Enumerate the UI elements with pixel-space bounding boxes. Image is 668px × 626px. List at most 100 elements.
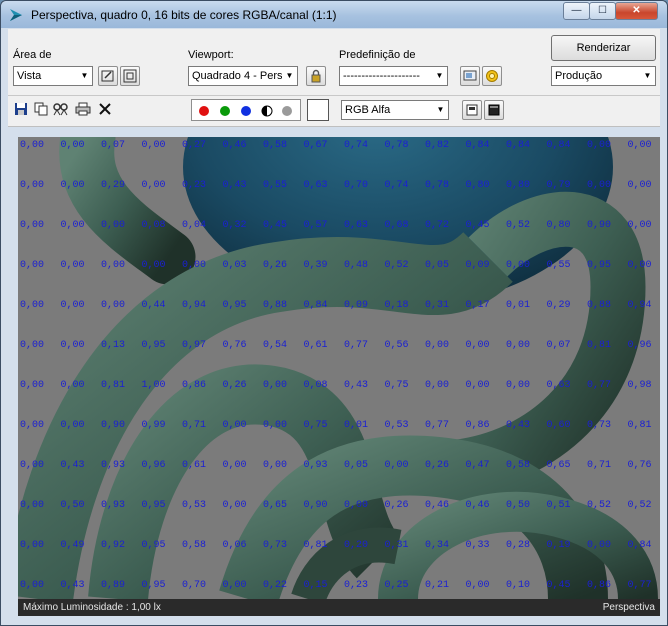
render-mode-dropdown[interactable]: Produção ▼ [551,66,656,86]
luminance-value: 0,00 [587,180,612,191]
luminance-value: 0,93 [303,460,328,471]
luminance-value: 0,94 [182,300,207,311]
luminance-value: 0,05 [425,260,450,271]
alpha-channel-toggle[interactable] [261,105,273,117]
clone-window-button[interactable] [53,102,69,118]
luminance-value: 0,63 [546,380,571,391]
luminance-value: 0,00 [506,340,531,351]
preset-dropdown[interactable]: --------------------- ▼ [339,66,448,86]
luminance-value: 0,45 [263,220,288,231]
luminance-value: 0,61 [303,340,328,351]
render-button[interactable]: Renderizar [551,35,656,61]
mono-channel-toggle[interactable] [282,106,292,116]
luminance-value: 0,68 [384,220,409,231]
luminance-value: 0,65 [263,500,288,511]
title-bar[interactable]: Perspectiva, quadro 0, 16 bits de cores … [1,1,667,28]
luminance-value: 0,63 [344,220,369,231]
luminance-value: 0,71 [587,460,612,471]
luminance-value: 0,96 [627,340,652,351]
color-swatch[interactable] [307,99,329,121]
luminance-value: 0,72 [425,220,450,231]
luminance-value: 0,97 [182,340,207,351]
luminance-value: 0,53 [384,420,409,431]
luminance-value: 0,34 [425,540,450,551]
luminance-value: 0,04 [182,220,207,231]
luminance-value: 0,00 [20,260,45,271]
luminance-value: 0,27 [182,140,207,151]
luminance-value: 0,65 [546,460,571,471]
luminance-value: 0,75 [303,420,328,431]
luminance-value: 0,00 [101,260,126,271]
luminance-value: 0,52 [587,500,612,511]
save-icon [15,103,27,115]
luminance-value: 0,28 [506,540,531,551]
luminance-value: 0,00 [101,220,126,231]
close-button[interactable]: ✕ [615,2,658,20]
luminance-value: 0,29 [101,180,126,191]
luminance-value: 0,76 [627,460,652,471]
luminance-value: 0,44 [141,300,166,311]
luminance-value: 0,46 [465,500,490,511]
luminance-value: 0,00 [60,420,85,431]
render-viewport[interactable]: 0,00 0,00 0,07 0,00 0,27 0,46 0,58 0,67 0,74 0,78… [18,137,660,599]
luminance-value: 0,00 [60,260,85,271]
save-image-button[interactable] [13,102,29,118]
luminance-value: 0,79 [546,180,571,191]
maximize-button[interactable]: ☐ [589,2,616,20]
luminance-value: 0,00 [627,260,652,271]
luminance-value: 0,26 [263,260,288,271]
render-mode-value: Produção [555,70,603,82]
luminance-value: 1,00 [141,380,166,391]
print-button[interactable] [75,102,91,118]
luminance-value: 0,01 [506,300,531,311]
luminance-value: 0,70 [182,580,207,591]
luminance-value: 0,21 [425,580,450,591]
luminance-value: 0,00 [60,140,85,151]
luminance-value: 0,75 [384,380,409,391]
auto-region-button[interactable] [120,66,140,86]
luminance-value: 0,92 [101,540,126,551]
luminance-value: 0,00 [101,300,126,311]
luminance-value: 0,88 [263,300,288,311]
luminance-value: 0,00 [20,300,45,311]
sun-gear-icon [486,70,498,82]
clone-icon [53,103,68,116]
luminance-value: 0,08 [141,220,166,231]
lock-viewport-button[interactable] [306,66,326,86]
luminance-value: 0,43 [60,460,85,471]
luminance-value: 0,55 [263,180,288,191]
blue-channel-toggle[interactable] [241,106,251,116]
edit-region-button[interactable] [98,66,118,86]
clear-button[interactable] [97,102,113,118]
luminance-value: 0,77 [344,340,369,351]
area-dropdown[interactable]: Vista ▼ [13,66,93,86]
luminance-value: 0,32 [222,220,247,231]
luminance-value: 0,73 [587,420,612,431]
luminance-value: 0,86 [465,420,490,431]
channel-dropdown[interactable]: RGB Alfa ▼ [341,100,449,120]
luminance-value: 0,00 [182,260,207,271]
luminance-value: 0,19 [546,540,571,551]
luminance-value: 0,00 [263,380,288,391]
chevron-down-icon: ▼ [282,67,297,85]
luminance-value: 0,06 [222,540,247,551]
viewport-dropdown[interactable]: Quadrado 4 - Pers ▼ [188,66,298,86]
toggle-ui-overlay-button[interactable] [462,100,482,120]
luminance-value: 0,60 [546,420,571,431]
max-luminance-readout: Máximo Luminosidade : 1,00 lx [23,602,161,613]
green-channel-toggle[interactable] [220,106,230,116]
luminance-value: 0,81 [303,540,328,551]
luminance-value: 0,84 [546,140,571,151]
luminance-value: 0,52 [384,260,409,271]
dark-background-button[interactable] [484,100,504,120]
luminance-value: 0,00 [344,500,369,511]
luminance-value: 0,84 [627,540,652,551]
minimize-button[interactable]: — [563,2,590,20]
chevron-down-icon: ▼ [433,101,448,119]
render-setup-button[interactable] [460,66,480,86]
copy-image-button[interactable] [33,102,49,118]
environment-button[interactable] [482,66,502,86]
luminance-value: 0,00 [20,580,45,591]
red-channel-toggle[interactable] [199,106,209,116]
luminance-value: 0,00 [141,180,166,191]
